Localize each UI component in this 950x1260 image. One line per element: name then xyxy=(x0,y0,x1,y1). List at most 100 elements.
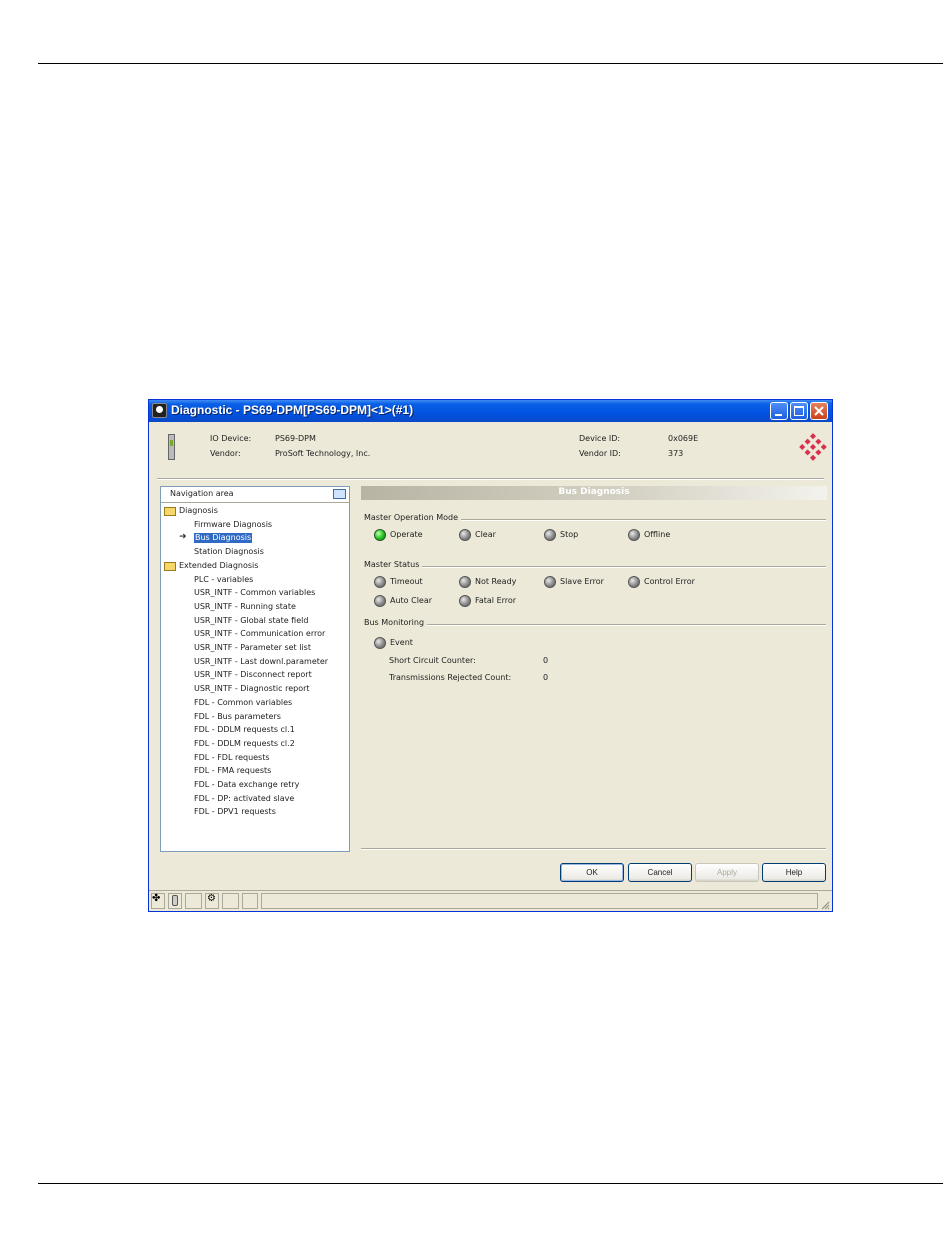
nav-item[interactable]: FDL - FDL requests xyxy=(194,753,270,763)
nav-item[interactable]: USR_INTF - Diagnostic report xyxy=(194,684,310,694)
nav-item[interactable]: USR_INTF - Disconnect report xyxy=(194,670,312,680)
group-line xyxy=(364,566,826,568)
fatal-error-label: Fatal Error xyxy=(475,596,517,605)
nav-item[interactable]: USR_INTF - Communication error xyxy=(194,629,325,639)
stop-led-icon xyxy=(544,529,556,541)
stop-label: Stop xyxy=(560,530,579,539)
nav-item[interactable]: FDL - DP: activated slave xyxy=(194,794,294,804)
nav-item[interactable]: FDL - DDLM requests cl.1 xyxy=(194,725,295,735)
nav-item[interactable]: Diagnosis xyxy=(179,506,218,516)
device-id-value: 0x069E xyxy=(668,434,699,443)
navigation-header-label: Navigation area xyxy=(170,489,234,498)
not-ready-label: Not Ready xyxy=(475,577,517,586)
bus-monitoring-group: Bus Monitoring xyxy=(364,618,826,628)
status-cell-wide xyxy=(261,893,818,909)
gear-icon: ⚙ xyxy=(207,893,216,904)
folder-icon xyxy=(164,561,176,571)
transmissions-rejected-value: 0 xyxy=(543,673,549,682)
device-status-icon xyxy=(172,895,178,906)
nav-item[interactable]: USR_INTF - Running state xyxy=(194,602,296,612)
navigation-header: Navigation area xyxy=(161,487,349,503)
window-title: Diagnostic - PS69-DPM[PS69-DPM]<1>(#1) xyxy=(171,403,414,417)
page-top-rule xyxy=(38,63,943,64)
operate-led-icon xyxy=(374,529,386,541)
panel-title-banner: Bus Diagnosis xyxy=(361,486,827,500)
auto-clear-label: Auto Clear xyxy=(390,596,433,605)
panel-title: Bus Diagnosis xyxy=(558,487,630,497)
nav-item[interactable]: FDL - DPV1 requests xyxy=(194,807,276,817)
clear-led-icon xyxy=(459,529,471,541)
nav-item[interactable]: Bus Diagnosis xyxy=(194,533,253,544)
event-label: Event xyxy=(390,638,413,647)
header-separator xyxy=(157,478,824,480)
navigation-toggle-icon[interactable] xyxy=(333,489,346,499)
page-bottom-rule xyxy=(38,1183,943,1184)
device-header: IO Device: PS69-DPM Vendor: ProSoft Tech… xyxy=(149,422,832,478)
vendor-value: ProSoft Technology, Inc. xyxy=(275,449,371,458)
vendor-logo-icon xyxy=(799,433,827,461)
vendor-id-label: Vendor ID: xyxy=(579,449,621,458)
app-icon xyxy=(152,403,167,418)
short-circuit-counter-label: Short Circuit Counter: xyxy=(389,656,476,665)
device-icon xyxy=(168,434,175,460)
folder-icon xyxy=(164,507,176,516)
current-page-arrow-icon: ➜ xyxy=(179,532,187,543)
transmissions-rejected-label: Transmissions Rejected Count: xyxy=(389,673,512,682)
close-icon xyxy=(814,406,824,416)
nav-item[interactable]: Station Diagnosis xyxy=(194,547,264,557)
diagnostic-window: Diagnostic - PS69-DPM[PS69-DPM]<1>(#1) I… xyxy=(148,399,833,912)
not-ready-led-icon xyxy=(459,576,471,588)
network-status-icon: ✤ xyxy=(152,893,161,904)
nav-item[interactable]: PLC - variables xyxy=(194,575,253,585)
nav-item[interactable]: USR_INTF - Global state field xyxy=(194,616,308,626)
maximize-icon xyxy=(794,406,804,416)
master-operation-mode-group: Master Operation Mode xyxy=(364,513,826,523)
minimize-icon xyxy=(775,414,782,416)
timeout-led-icon xyxy=(374,576,386,588)
status-cell xyxy=(242,893,258,909)
help-button[interactable]: Help xyxy=(762,863,826,882)
device-id-label: Device ID: xyxy=(579,434,621,443)
vendor-label: Vendor: xyxy=(210,449,241,458)
offline-led-icon xyxy=(628,529,640,541)
control-error-label: Control Error xyxy=(644,577,695,586)
nav-item[interactable]: FDL - FMA requests xyxy=(194,766,271,776)
clear-label: Clear xyxy=(475,530,496,539)
navigation-area: Navigation area Diagnosis Firmware Diagno… xyxy=(160,486,350,852)
bus-monitoring-title: Bus Monitoring xyxy=(364,618,428,627)
master-status-group: Master Status xyxy=(364,560,826,570)
nav-item[interactable]: Extended Diagnosis xyxy=(179,561,258,571)
close-button[interactable] xyxy=(810,402,828,420)
operate-label: Operate xyxy=(390,530,423,539)
button-separator xyxy=(361,848,826,850)
short-circuit-counter-value: 0 xyxy=(543,656,549,665)
nav-item[interactable]: FDL - Common variables xyxy=(194,698,292,708)
event-led-icon xyxy=(374,637,386,649)
maximize-button[interactable] xyxy=(790,402,808,420)
status-cell xyxy=(185,893,202,909)
ok-button[interactable]: OK xyxy=(560,863,624,882)
nav-item[interactable]: USR_INTF - Last downl.parameter xyxy=(194,657,328,667)
apply-button[interactable]: Apply xyxy=(695,863,759,882)
timeout-label: Timeout xyxy=(390,577,423,586)
nav-item[interactable]: FDL - Bus parameters xyxy=(194,712,281,722)
resize-grip-icon[interactable] xyxy=(820,900,830,910)
io-device-label: IO Device: xyxy=(210,434,252,443)
title-bar[interactable]: Diagnostic - PS69-DPM[PS69-DPM]<1>(#1) xyxy=(149,400,832,422)
slave-error-label: Slave Error xyxy=(560,577,604,586)
offline-label: Offline xyxy=(644,530,671,539)
fatal-error-led-icon xyxy=(459,595,471,607)
io-device-value: PS69-DPM xyxy=(275,434,316,443)
nav-item[interactable]: Firmware Diagnosis xyxy=(194,520,272,530)
status-bar: ✤ ⚙ xyxy=(149,890,832,911)
control-error-led-icon xyxy=(628,576,640,588)
minimize-button[interactable] xyxy=(770,402,788,420)
nav-item[interactable]: FDL - Data exchange retry xyxy=(194,780,299,790)
slave-error-led-icon xyxy=(544,576,556,588)
master-status-title: Master Status xyxy=(364,560,423,569)
nav-item[interactable]: FDL - DDLM requests cl.2 xyxy=(194,739,295,749)
nav-item[interactable]: USR_INTF - Parameter set list xyxy=(194,643,311,653)
cancel-button[interactable]: Cancel xyxy=(628,863,692,882)
nav-item[interactable]: USR_INTF - Common variables xyxy=(194,588,315,598)
auto-clear-led-icon xyxy=(374,595,386,607)
